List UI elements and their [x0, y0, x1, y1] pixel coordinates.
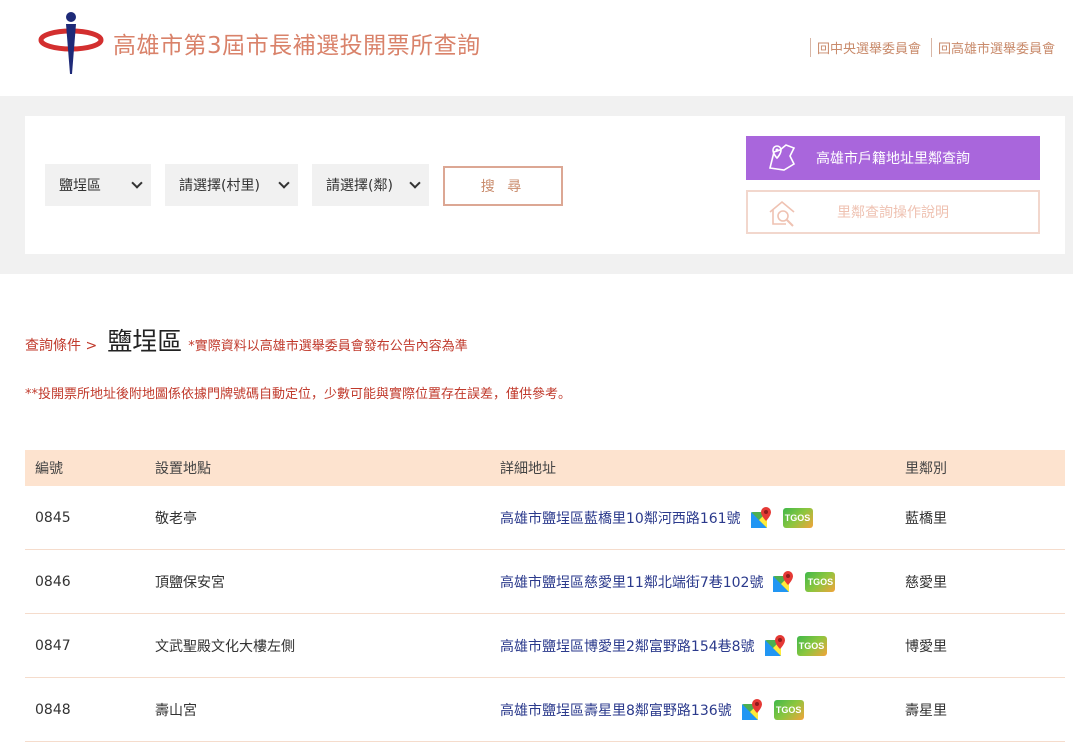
neighbor-select-value: 請選擇(鄰)	[326, 178, 393, 194]
search-house-icon	[769, 200, 795, 227]
row-village: 慈愛里	[905, 574, 947, 591]
table-header: 編號 設置地點 詳細地址 里鄰別	[25, 450, 1065, 486]
google-maps-icon[interactable]	[771, 570, 795, 594]
header-place: 設置地點	[155, 461, 211, 477]
header-id: 編號	[35, 461, 63, 477]
address-query-label: 高雄市戶籍地址里鄰查詢	[816, 151, 970, 167]
table-row: 0847 文武聖殿文化大樓左側 高雄市鹽埕區博愛里2鄰富野路154巷8號 TGO…	[25, 614, 1065, 678]
tgos-icon[interactable]: TGOS	[773, 699, 804, 720]
row-address: 高雄市鹽埕區壽星里8鄰富野路136號	[500, 702, 732, 719]
table-row: 0845 敬老亭 高雄市鹽埕區藍橋里10鄰河西路161號 TGOS 藍橋里	[25, 486, 1065, 550]
search-section: 鹽埕區 請選擇(村里) 請選擇(鄰) 搜 尋 高雄市戶籍地址里鄰查詢 里鄰查詢操…	[0, 96, 1073, 274]
row-address: 高雄市鹽埕區慈愛里11鄰北端街7巷102號	[500, 574, 764, 591]
row-address-cell: 高雄市鹽埕區壽星里8鄰富野路136號 TGOS	[490, 698, 895, 722]
row-id: 0846	[35, 573, 71, 590]
tgos-icon[interactable]: TGOS	[796, 635, 827, 656]
guide-button[interactable]: 里鄰查詢操作說明	[746, 190, 1040, 234]
row-place: 文武聖殿文化大樓左側	[155, 638, 295, 655]
logo-icon[interactable]	[38, 10, 104, 78]
row-address-cell: 高雄市鹽埕區藍橋里10鄰河西路161號 TGOS	[490, 506, 895, 530]
chevron-down-icon	[409, 177, 421, 189]
row-id: 0845	[35, 509, 71, 526]
village-select-value: 請選擇(村里)	[179, 178, 260, 194]
tgos-icon[interactable]: TGOS	[782, 507, 813, 528]
row-village: 壽星里	[905, 702, 947, 719]
row-id: 0847	[35, 637, 71, 654]
address-query-button[interactable]: 高雄市戶籍地址里鄰查詢	[746, 136, 1040, 180]
page-title: 高雄市第3屆市長補選投開票所查詢	[113, 33, 481, 59]
row-place: 頂鹽保安宮	[155, 574, 225, 591]
google-maps-icon[interactable]	[749, 506, 773, 530]
row-place: 敬老亭	[155, 510, 197, 527]
guide-label: 里鄰查詢操作說明	[837, 205, 949, 221]
link-cec[interactable]: 回中央選舉委員會	[809, 38, 921, 57]
row-address: 高雄市鹽埕區博愛里2鄰富野路154巷8號	[500, 638, 755, 655]
condition-label: 查詢條件 >	[25, 338, 98, 354]
district-select[interactable]: 鹽埕區	[45, 164, 151, 206]
polling-station-table: 編號 設置地點 詳細地址 里鄰別 0845 敬老亭 高雄市鹽埕區藍橋里10鄰河西…	[25, 450, 1065, 742]
condition-district: 鹽埕區	[107, 327, 183, 356]
chevron-down-icon	[131, 177, 143, 189]
chevron-down-icon	[278, 177, 290, 189]
google-maps-icon[interactable]	[740, 698, 764, 722]
google-maps-icon[interactable]	[763, 634, 787, 658]
link-kcec[interactable]: 回高雄市選舉委員會	[930, 38, 1055, 57]
query-condition: 查詢條件 > 鹽埕區 *實際資料以高雄市選舉委員會發布公告內容為準	[25, 322, 468, 358]
district-select-value: 鹽埕區	[59, 178, 101, 194]
tgos-icon[interactable]: TGOS	[805, 571, 836, 592]
search-button[interactable]: 搜 尋	[443, 166, 563, 206]
table-row: 0846 頂鹽保安宮 高雄市鹽埕區慈愛里11鄰北端街7巷102號 TGOS 慈愛…	[25, 550, 1065, 614]
map-pin-icon	[769, 144, 796, 171]
search-card: 鹽埕區 請選擇(村里) 請選擇(鄰) 搜 尋 高雄市戶籍地址里鄰查詢 里鄰查詢操…	[25, 116, 1065, 254]
row-address-cell: 高雄市鹽埕區慈愛里11鄰北端街7巷102號 TGOS	[490, 570, 895, 594]
table-row: 0848 壽山宮 高雄市鹽埕區壽星里8鄰富野路136號 TGOS 壽星里	[25, 678, 1065, 742]
top-links: 回中央選舉委員會 回高雄市選舉委員會	[800, 38, 1055, 57]
row-address: 高雄市鹽埕區藍橋里10鄰河西路161號	[500, 510, 741, 527]
village-select[interactable]: 請選擇(村里)	[165, 164, 298, 206]
header-village: 里鄰別	[905, 461, 947, 477]
row-village: 藍橋里	[905, 510, 947, 527]
condition-note: *實際資料以高雄市選舉委員會發布公告內容為準	[188, 339, 468, 354]
header: 高雄市第3屆市長補選投開票所查詢 回中央選舉委員會 回高雄市選舉委員會	[0, 0, 1073, 96]
row-place: 壽山宮	[155, 702, 197, 719]
row-id: 0848	[35, 701, 71, 718]
row-village: 博愛里	[905, 638, 947, 655]
row-address-cell: 高雄市鹽埕區博愛里2鄰富野路154巷8號 TGOS	[490, 634, 895, 658]
neighbor-select[interactable]: 請選擇(鄰)	[312, 164, 429, 206]
header-address: 詳細地址	[500, 461, 556, 477]
map-disclaimer: **投開票所地址後附地圖係依據門牌號碼自動定位，少數可能與實際位置存在誤差，僅供…	[25, 387, 572, 402]
